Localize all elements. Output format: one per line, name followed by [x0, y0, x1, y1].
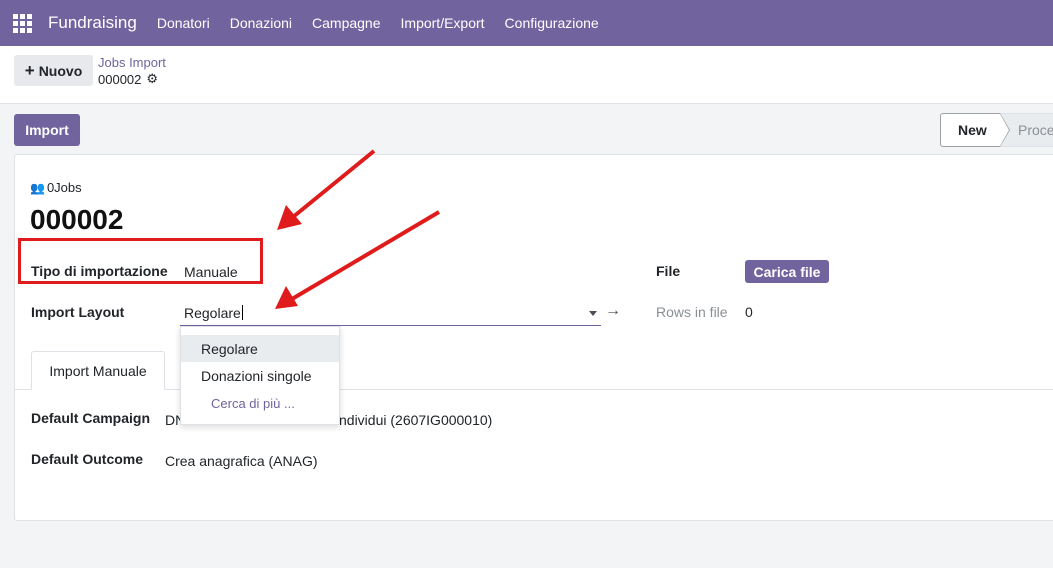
arrow-right-icon[interactable]: →	[605, 302, 621, 320]
dropdown-option-donazioni-singole[interactable]: Donazioni singole	[181, 362, 339, 389]
rows-in-file-value: 0	[745, 304, 753, 320]
annotation-highlight-box	[18, 238, 263, 284]
menu-donatori[interactable]: Donatori	[147, 15, 220, 31]
menu-donazioni[interactable]: Donazioni	[220, 15, 302, 31]
jobs-smart-button[interactable]: 👥 0Jobs	[30, 180, 82, 195]
dropdown-option-regolare[interactable]: Regolare	[181, 335, 339, 362]
status-bar: New Proce	[940, 113, 1053, 147]
menu-campagne[interactable]: Campagne	[302, 15, 391, 31]
new-button[interactable]: + Nuovo	[14, 55, 93, 86]
default-outcome-label: Default Outcome	[31, 451, 144, 467]
dropdown-search-more[interactable]: Cerca di più ...	[181, 389, 339, 417]
top-navbar: Fundraising Donatori Donazioni Campagne …	[0, 0, 1053, 46]
file-label: File	[656, 263, 681, 279]
record-title: 000002	[30, 204, 124, 235]
import-layout-label: Import Layout	[31, 304, 125, 320]
import-layout-input[interactable]: Regolare	[180, 300, 601, 326]
status-stage-new[interactable]: New	[940, 113, 1010, 147]
menu-import-export[interactable]: Import/Export	[391, 15, 495, 31]
tab-import-manuale[interactable]: Import Manuale	[31, 351, 165, 390]
layout-dropdown-menu: Regolare Donazioni singole Cerca di più …	[180, 326, 340, 425]
breadcrumb-current-label: 000002	[98, 71, 142, 87]
grid-icon	[12, 13, 32, 33]
default-campaign-value-end[interactable]: ndividui (2607IG000010)	[339, 412, 492, 428]
import-layout-value: Regolare	[184, 305, 241, 321]
tab-divider	[15, 389, 1053, 390]
breadcrumb-parent-link[interactable]: Jobs Import	[98, 55, 166, 70]
rows-in-file-label: Rows in file	[656, 304, 728, 320]
jobs-smart-button-label: 0Jobs	[46, 180, 82, 195]
apps-menu-button[interactable]	[2, 0, 42, 46]
users-icon: 👥	[30, 180, 45, 195]
import-button[interactable]: Import	[14, 114, 80, 146]
plus-icon: +	[24, 60, 35, 80]
control-panel: + Nuovo Jobs Import 000002 ⚙	[0, 46, 1053, 104]
dropdown-caret-icon[interactable]	[589, 311, 597, 316]
new-button-label: Nuovo	[38, 62, 83, 79]
breadcrumb-current: 000002 ⚙	[98, 71, 158, 87]
gear-icon[interactable]: ⚙	[146, 71, 158, 87]
text-cursor	[241, 305, 243, 320]
upload-file-button[interactable]: Carica file	[745, 260, 829, 283]
menu-configurazione[interactable]: Configurazione	[495, 15, 609, 31]
default-campaign-label: Default Campaign	[31, 410, 151, 426]
default-outcome-value[interactable]: Crea anagrafica (ANAG)	[165, 453, 318, 469]
app-brand[interactable]: Fundraising	[48, 13, 137, 33]
